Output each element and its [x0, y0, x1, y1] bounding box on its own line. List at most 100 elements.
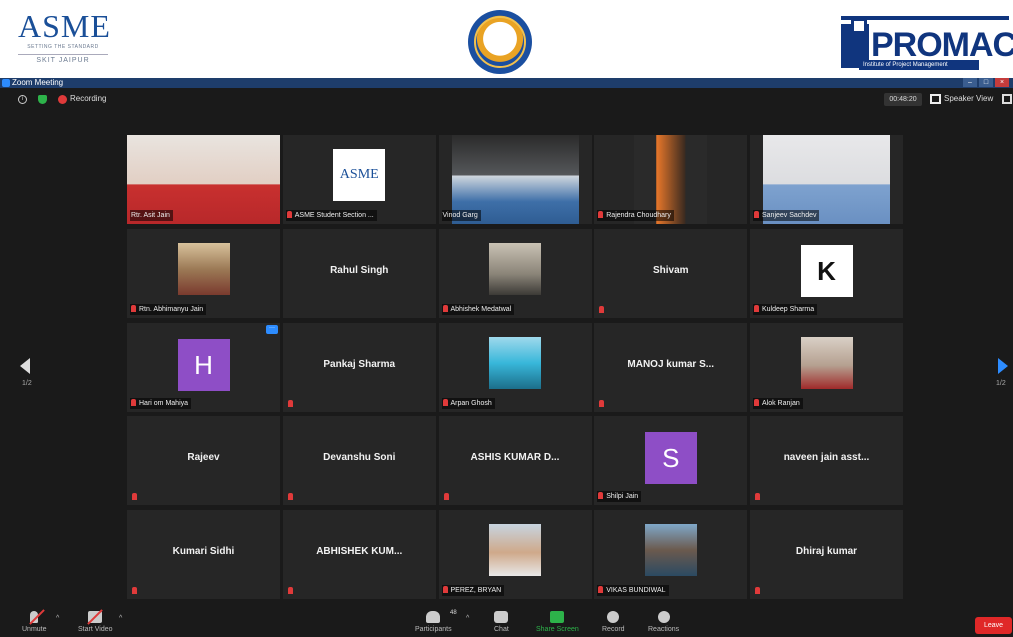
- unmute-button[interactable]: Unmute: [22, 609, 47, 633]
- encryption-shield-icon[interactable]: [38, 95, 47, 104]
- video-options-caret-icon[interactable]: ^: [119, 615, 122, 622]
- participant-tile[interactable]: Devanshu Soni: [282, 416, 436, 506]
- participant-tile[interactable]: VIKAS BUNDIWAL: [594, 510, 748, 599]
- participant-photo: [489, 242, 541, 295]
- camera-off-icon: [87, 609, 104, 625]
- participant-photo: [644, 524, 697, 576]
- participant-tile[interactable]: PEREZ, BRYAN: [438, 510, 592, 599]
- participant-tile[interactable]: Rajendra Choudhary: [594, 135, 748, 224]
- participant-tile[interactable]: Rtr. Asit Jain: [127, 135, 280, 224]
- participants-button[interactable]: Participants: [415, 611, 452, 633]
- muted-mic-icon: [286, 211, 292, 218]
- asme-section-logo: ASME: [333, 149, 386, 201]
- zoom-app-icon: [2, 79, 10, 87]
- meeting-info-icon[interactable]: i: [18, 95, 27, 104]
- meeting-topbar: i Recording 00:48:20 Speaker View: [0, 88, 1013, 110]
- next-page-arrow-icon[interactable]: [998, 358, 1008, 374]
- leave-meeting-button[interactable]: Leave: [975, 617, 1012, 634]
- participant-tile[interactable]: Rajeev: [127, 416, 280, 506]
- participant-name-label: ASME Student Section ...: [285, 210, 377, 221]
- participant-tile[interactable]: Shivam: [594, 228, 748, 318]
- muted-mic-icon: [287, 493, 293, 501]
- participant-name: Shilpi Jain: [606, 493, 639, 501]
- muted-mic-icon: [131, 398, 136, 406]
- reactions-button[interactable]: Reactions: [648, 611, 679, 633]
- participant-photo: [800, 336, 853, 389]
- participant-name: PEREZ, BRYAN: [450, 587, 502, 594]
- participant-tile[interactable]: S Shilpi Jain: [594, 416, 748, 506]
- participant-name: Abhishek Medatwal: [450, 305, 512, 313]
- participant-tile[interactable]: naveen jain asst...: [750, 416, 903, 506]
- window-titlebar: Zoom Meeting – □ ×: [0, 78, 1013, 88]
- view-layout-icon[interactable]: [930, 94, 941, 104]
- asme-tagline: SETTING THE STANDARD: [27, 44, 99, 50]
- maximize-button[interactable]: □: [979, 78, 993, 87]
- gallery-grid: Rtr. Asit Jain ASME ASME Student Section .…: [127, 135, 903, 599]
- participant-avatar: K: [800, 244, 853, 297]
- participant-name-label: Sanjeev Sachdev: [753, 210, 820, 221]
- participant-name: Kuldeep Sharma: [762, 305, 815, 313]
- share-screen-button[interactable]: Share Screen: [536, 611, 579, 633]
- participant-name-display: Rahul Singh: [330, 264, 389, 276]
- share-screen-icon: [550, 611, 565, 623]
- muted-mic-icon: [599, 305, 605, 313]
- participant-tile[interactable]: Pankaj Sharma: [282, 322, 436, 412]
- more-options-icon[interactable]: ···: [266, 324, 278, 334]
- participant-name-display: Pankaj Sharma: [323, 358, 396, 370]
- participant-photo: [177, 242, 230, 295]
- participant-tile[interactable]: K Kuldeep Sharma: [750, 228, 903, 318]
- microphone-muted-icon: [29, 609, 46, 625]
- muted-mic-icon: [443, 493, 449, 501]
- participant-tile[interactable]: H Hari om Mahiya ···: [127, 322, 280, 412]
- participant-name-display: Shivam: [652, 264, 689, 276]
- muted-mic-icon: [598, 586, 604, 593]
- participant-tile[interactable]: Dhiraj kumar: [750, 510, 903, 599]
- asme-section: SKIT JAIPUR: [18, 54, 108, 64]
- muted-mic-icon: [754, 398, 759, 406]
- participant-name-label: Abhishek Medatwal: [441, 303, 515, 315]
- participant-name-display: MANOJ kumar S...: [627, 358, 715, 370]
- participants-options-caret-icon[interactable]: ^: [466, 615, 469, 622]
- participant-tile[interactable]: Alok Ranjan: [750, 322, 903, 412]
- participant-name-display: Kumari Sidhi: [172, 546, 235, 557]
- participant-name-display: naveen jain asst...: [783, 452, 870, 464]
- chat-label: Chat: [494, 626, 509, 633]
- participant-tile[interactable]: Arpan Ghosh: [438, 322, 592, 412]
- audio-options-caret-icon[interactable]: ^: [56, 615, 59, 622]
- participant-tile[interactable]: Rtn. Abhimanyu Jain: [127, 228, 280, 318]
- speaker-view-button[interactable]: Speaker View: [944, 93, 993, 105]
- muted-mic-icon: [132, 493, 137, 501]
- participant-name: Alok Ranjan: [762, 399, 800, 407]
- muted-mic-icon: [442, 398, 448, 406]
- participant-name-display: ABHISHEK KUM...: [316, 546, 403, 557]
- participant-tile[interactable]: MANOJ kumar S...: [594, 322, 748, 412]
- chat-button[interactable]: Chat: [494, 611, 509, 633]
- participant-tile[interactable]: Rahul Singh: [282, 228, 436, 318]
- close-window-button[interactable]: ×: [995, 78, 1009, 87]
- participant-name-label: Rtr. Asit Jain: [130, 210, 173, 221]
- fullscreen-icon[interactable]: [1002, 94, 1012, 104]
- participant-name-display: Dhiraj kumar: [795, 546, 858, 557]
- record-button[interactable]: Record: [602, 611, 625, 633]
- start-video-button[interactable]: Start Video: [78, 609, 113, 633]
- participant-tile[interactable]: Vinod Garg: [438, 135, 592, 224]
- muted-mic-icon: [132, 587, 137, 594]
- promac-tagline: Institute of Project Management: [859, 60, 979, 70]
- muted-mic-icon: [754, 304, 759, 312]
- minimize-button[interactable]: –: [963, 78, 977, 87]
- participant-tile[interactable]: Abhishek Medatwal: [438, 228, 592, 318]
- participant-name-label: VIKAS BUNDIWAL: [597, 585, 669, 596]
- previous-page-arrow-icon[interactable]: [20, 358, 30, 374]
- meeting-toolbar: Unmute ^ Start Video ^ Participants 48 ^…: [0, 605, 1013, 637]
- muted-mic-icon: [442, 586, 448, 593]
- participant-tile[interactable]: Sanjeev Sachdev: [750, 135, 903, 224]
- participant-tile[interactable]: ASHIS KUMAR D...: [438, 416, 592, 506]
- promac-logo: PROMAC Institute of Project Management: [841, 16, 1013, 72]
- participant-name-label: Vinod Garg: [441, 210, 481, 221]
- page-indicator-right: 1/2: [996, 380, 1006, 387]
- participant-tile[interactable]: ASME ASME Student Section ...: [282, 135, 436, 224]
- participant-name: Vinod Garg: [442, 212, 478, 219]
- participant-tile[interactable]: ABHISHEK KUM...: [282, 510, 436, 599]
- participant-tile[interactable]: Kumari Sidhi: [127, 510, 280, 599]
- participants-count: 48: [450, 610, 457, 616]
